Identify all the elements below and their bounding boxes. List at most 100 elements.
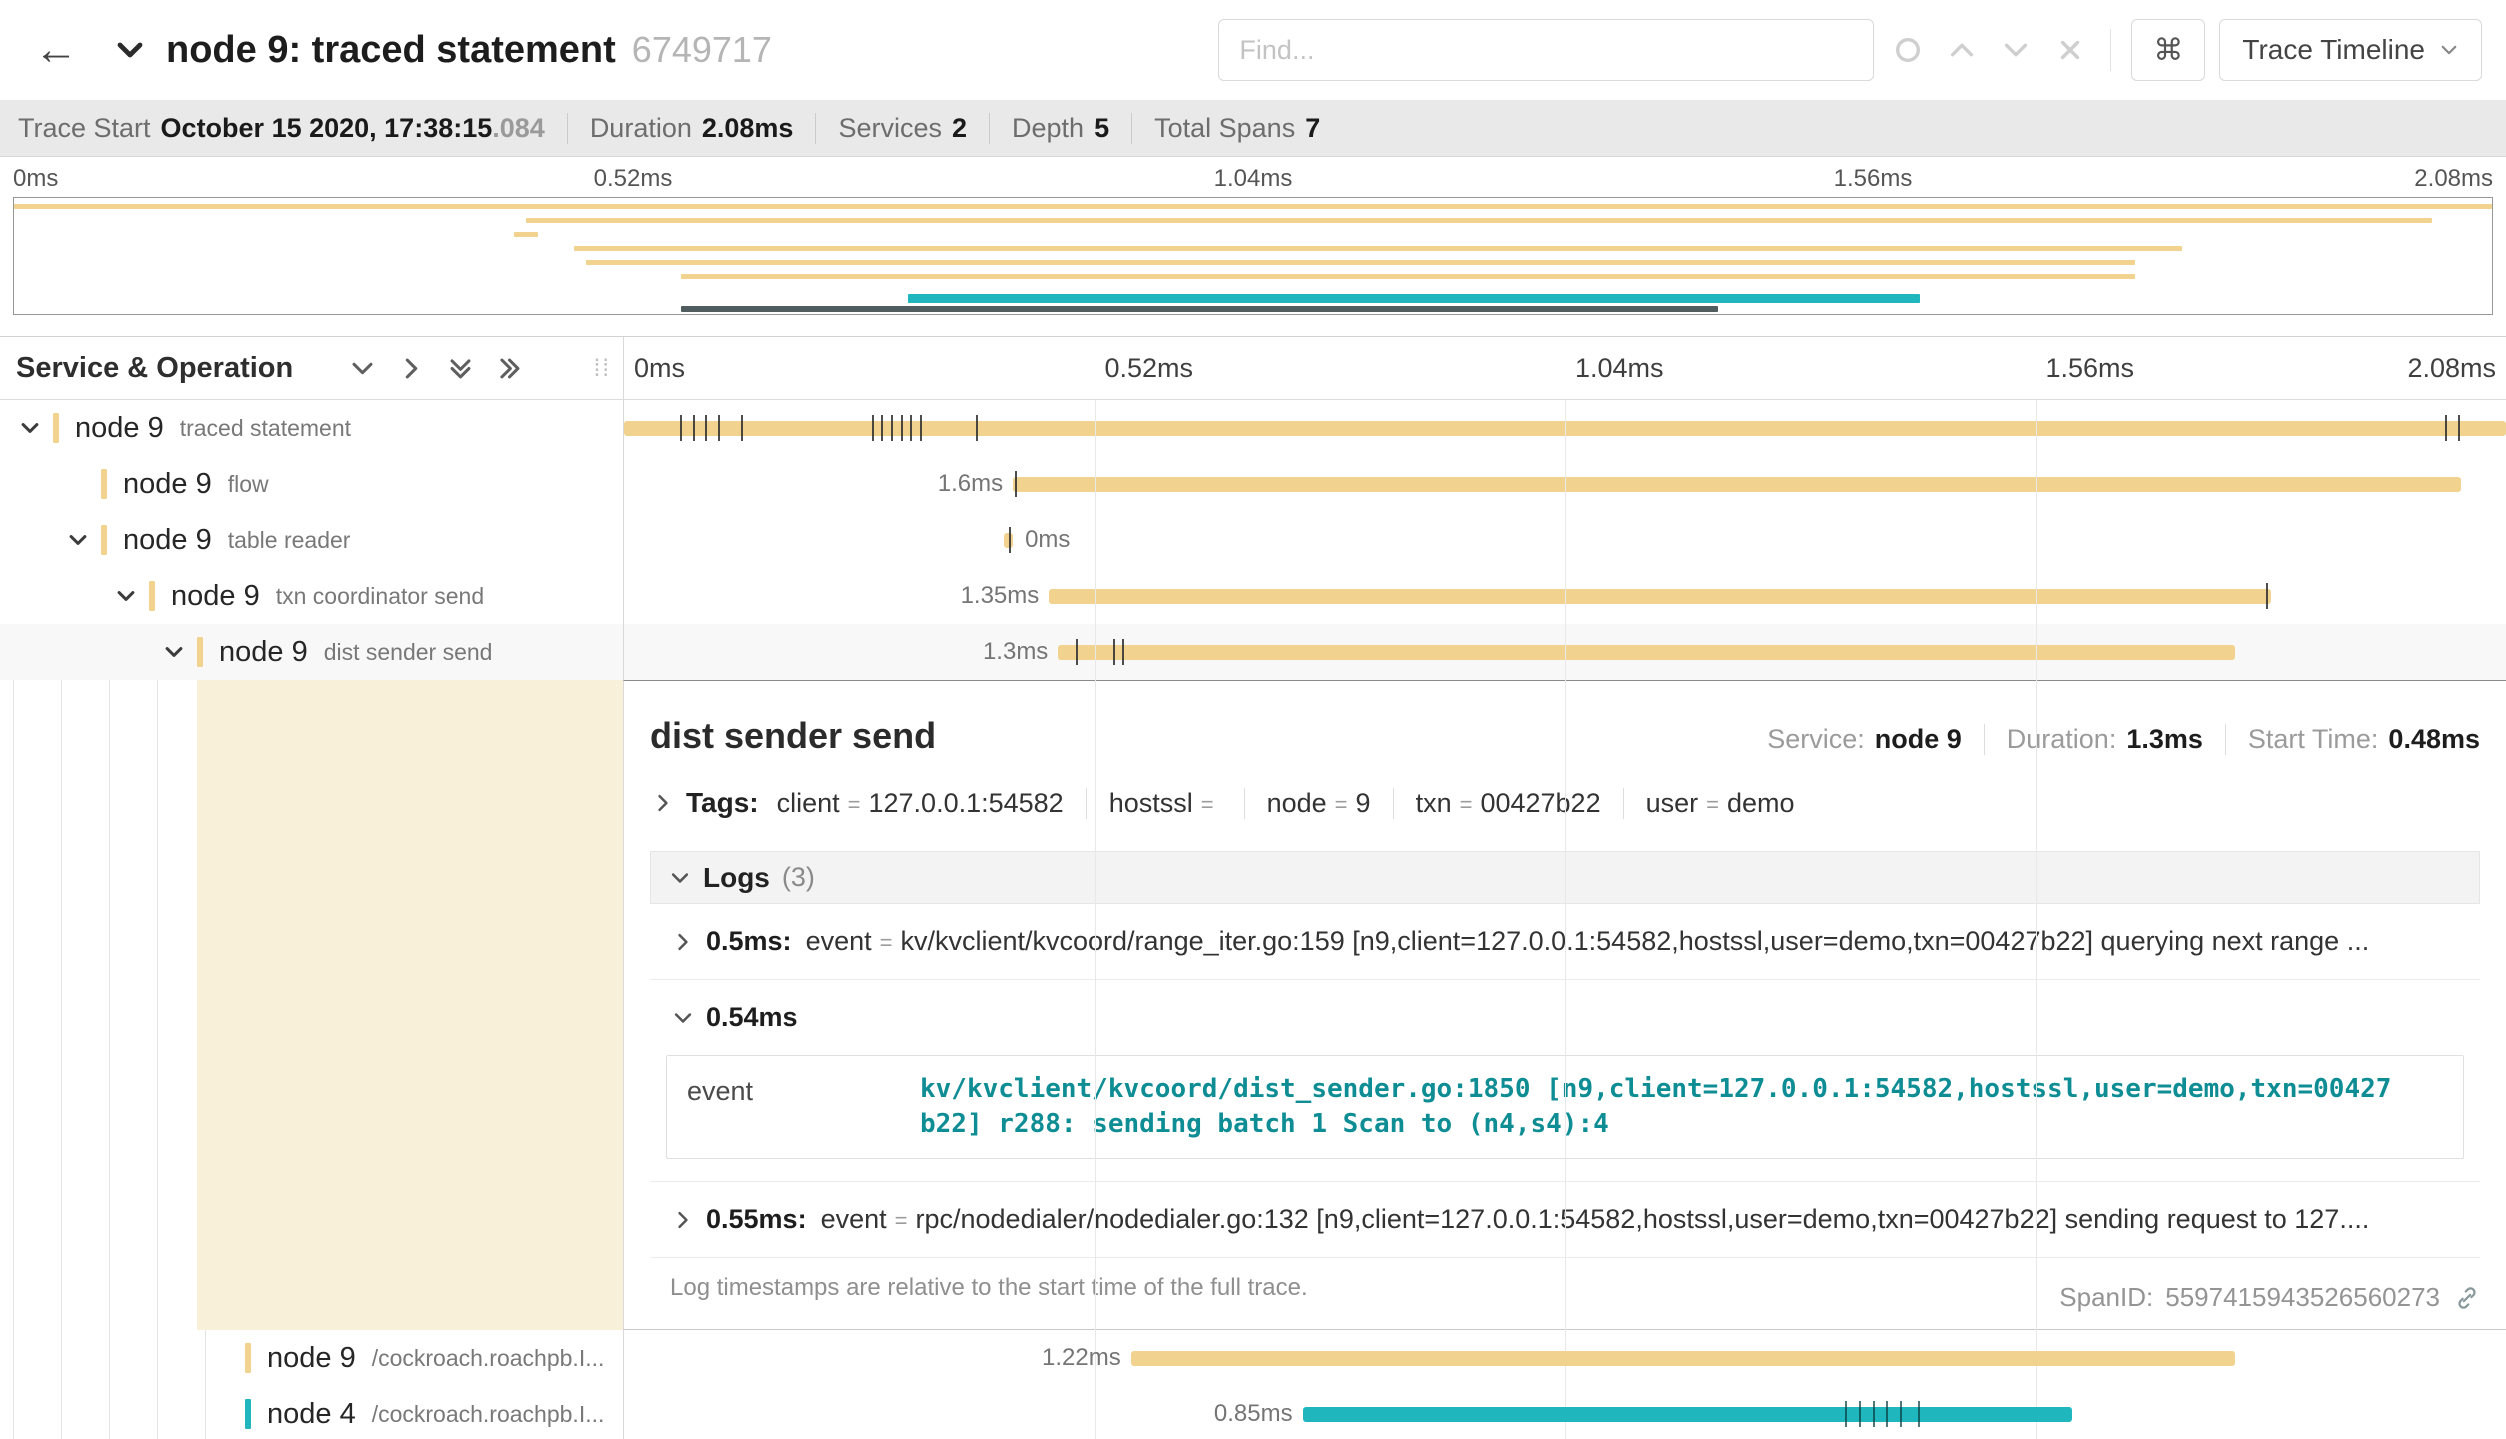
span-expander-icon[interactable] bbox=[19, 417, 53, 439]
span-detail-title: dist sender send bbox=[650, 715, 936, 757]
span-name-cell[interactable]: node 9dist sender send bbox=[0, 624, 623, 680]
service-name: node 9 bbox=[171, 580, 260, 613]
span-name-cell[interactable]: node 4/cockroach.roachpb.I... bbox=[0, 1386, 623, 1439]
tag-key: txn bbox=[1416, 788, 1452, 819]
equals-sign: = bbox=[1706, 792, 1719, 818]
tag-item: hostssl= bbox=[1087, 788, 1245, 819]
indent-guide bbox=[157, 1386, 158, 1439]
span-name-cell[interactable]: node 9/cockroach.roachpb.I... bbox=[0, 1330, 623, 1386]
find-scope-icon[interactable] bbox=[1888, 30, 1928, 70]
tag-item: node=9 bbox=[1245, 788, 1394, 819]
span-bar-cell[interactable]: 0.85ms bbox=[623, 1386, 2506, 1439]
logs-label: Logs bbox=[703, 862, 770, 894]
summary-suffix: .084 bbox=[492, 113, 545, 144]
minimap-tick-label: 0ms bbox=[13, 165, 58, 193]
span-detail-block: dist sender send Service:node 9Duration:… bbox=[0, 680, 2506, 1330]
span-duration-bar[interactable] bbox=[1131, 1351, 2235, 1366]
selected-span-color-column bbox=[197, 680, 623, 1330]
span-row[interactable]: node 9table reader0ms bbox=[0, 512, 2506, 568]
indent-guide bbox=[205, 1386, 206, 1439]
span-duration-bar[interactable] bbox=[1058, 645, 2234, 660]
minimap-span-bar bbox=[14, 204, 2492, 209]
span-expander-icon[interactable] bbox=[163, 641, 197, 663]
span-bar-cell[interactable]: 1.22ms bbox=[623, 1330, 2506, 1386]
span-duration-label: 1.6ms bbox=[938, 456, 1003, 512]
expand-all-icon[interactable] bbox=[496, 355, 523, 382]
span-duration-bar[interactable] bbox=[1013, 477, 2461, 492]
minimap-span-bar bbox=[514, 232, 538, 237]
ruler-tick-label: 1.04ms bbox=[1575, 337, 1664, 399]
span-detail-meta: Service:node 9Duration:1.3msStart Time:0… bbox=[1767, 724, 2480, 755]
summary-label: Duration bbox=[590, 113, 692, 144]
keyboard-shortcuts-button[interactable]: ⌘ bbox=[2131, 19, 2205, 81]
span-row[interactable]: node 9txn coordinator send1.35ms bbox=[0, 568, 2506, 624]
span-row[interactable]: node 9 traced statement bbox=[0, 400, 2506, 456]
span-duration-bar[interactable] bbox=[1049, 589, 2270, 604]
header-controls: ⌘ Trace Timeline bbox=[1218, 19, 2482, 81]
find-next-icon[interactable] bbox=[1996, 30, 2036, 70]
span-row[interactable]: node 4/cockroach.roachpb.I...0.85ms bbox=[0, 1386, 2506, 1439]
log-marker-tick bbox=[2458, 415, 2460, 441]
tags-label: Tags: bbox=[686, 787, 759, 819]
collapse-all-icon[interactable] bbox=[447, 355, 474, 382]
column-resizer[interactable]: ⁞⁞ bbox=[594, 355, 611, 383]
tag-value: 127.0.0.1:54582 bbox=[869, 788, 1064, 819]
page-title: node 9: traced statement bbox=[166, 29, 616, 72]
service-name: node 9 bbox=[75, 412, 164, 445]
log-field-value: kv/kvclient/kvcoord/dist_sender.go:1850 … bbox=[920, 1056, 2463, 1158]
find-prev-icon[interactable] bbox=[1942, 30, 1982, 70]
collapse-one-icon[interactable] bbox=[349, 355, 376, 382]
log-marker-tick bbox=[1845, 1401, 1847, 1427]
span-expander-icon[interactable] bbox=[67, 529, 101, 551]
minimap-canvas[interactable] bbox=[13, 197, 2493, 315]
find-clear-icon[interactable] bbox=[2050, 30, 2090, 70]
ruler-tick-label: 1.56ms bbox=[2046, 337, 2135, 399]
summary-value: 2.08ms bbox=[702, 113, 794, 144]
span-id-value: 5597415943526560273 bbox=[2165, 1282, 2440, 1313]
log-timestamp: 0.55ms: bbox=[706, 1204, 807, 1235]
summary-item: Trace StartOctober 15 2020, 17:38:15.084 bbox=[18, 113, 545, 144]
minimap-tick-label: 0.52ms bbox=[594, 165, 673, 193]
tag-item: user=demo bbox=[1624, 788, 1817, 819]
span-duration-label: 1.22ms bbox=[1042, 1330, 1121, 1386]
indent-guide bbox=[109, 680, 110, 1330]
copy-link-icon[interactable] bbox=[2452, 1283, 2482, 1313]
find-input[interactable] bbox=[1218, 19, 1874, 81]
indent-guide bbox=[13, 680, 14, 1330]
trace-view-label: Trace Timeline bbox=[2242, 34, 2425, 66]
span-name-cell[interactable]: node 9txn coordinator send bbox=[0, 568, 623, 624]
service-color-bar bbox=[245, 1343, 251, 1373]
timeline-gridline bbox=[1095, 400, 1096, 1439]
span-row[interactable]: node 9dist sender send1.3ms bbox=[0, 624, 2506, 680]
span-expander-icon[interactable] bbox=[115, 585, 149, 607]
service-name: node 9 bbox=[219, 636, 308, 669]
minimap-ruler: 0ms0.52ms1.04ms1.56ms2.08ms bbox=[13, 165, 2493, 197]
log-marker-tick bbox=[705, 415, 707, 441]
service-color-bar bbox=[101, 525, 107, 555]
trace-id: 6749717 bbox=[632, 29, 772, 71]
operation-name: traced statement bbox=[180, 415, 351, 442]
detail-meta-item: Start Time:0.48ms bbox=[2225, 724, 2480, 755]
log-marker-tick bbox=[2266, 583, 2268, 609]
span-name-cell[interactable]: node 9 traced statement bbox=[0, 400, 623, 456]
span-name-cell[interactable]: node 9flow bbox=[0, 456, 623, 512]
minimap-span-bar bbox=[908, 294, 1921, 303]
meta-value: 1.3ms bbox=[2126, 724, 2203, 755]
span-row[interactable]: node 9flow 1.6ms bbox=[0, 456, 2506, 512]
span-duration-bar[interactable] bbox=[1303, 1407, 2072, 1422]
span-row[interactable]: node 9/cockroach.roachpb.I... 1.22ms bbox=[0, 1330, 2506, 1386]
indent-guide bbox=[157, 1330, 158, 1386]
detail-meta-item: Service:node 9 bbox=[1767, 724, 1962, 755]
back-button[interactable]: ← bbox=[34, 25, 78, 75]
span-name-cell[interactable]: node 9table reader bbox=[0, 512, 623, 568]
expand-one-icon[interactable] bbox=[398, 355, 425, 382]
log-marker-tick bbox=[920, 415, 922, 441]
trace-view-dropdown[interactable]: Trace Timeline bbox=[2219, 19, 2482, 81]
chevron-down-icon bbox=[672, 1007, 694, 1029]
chevron-down-icon[interactable] bbox=[114, 34, 146, 66]
logs-count: (3) bbox=[782, 862, 815, 893]
trace-summary-bar: Trace StartOctober 15 2020, 17:38:15.084… bbox=[0, 100, 2506, 157]
trace-timeline-page: ← node 9: traced statement 6749717 ⌘ Tra… bbox=[0, 0, 2506, 1439]
chevron-down-icon bbox=[669, 867, 691, 889]
operation-name: /cockroach.roachpb.I... bbox=[372, 1401, 605, 1428]
